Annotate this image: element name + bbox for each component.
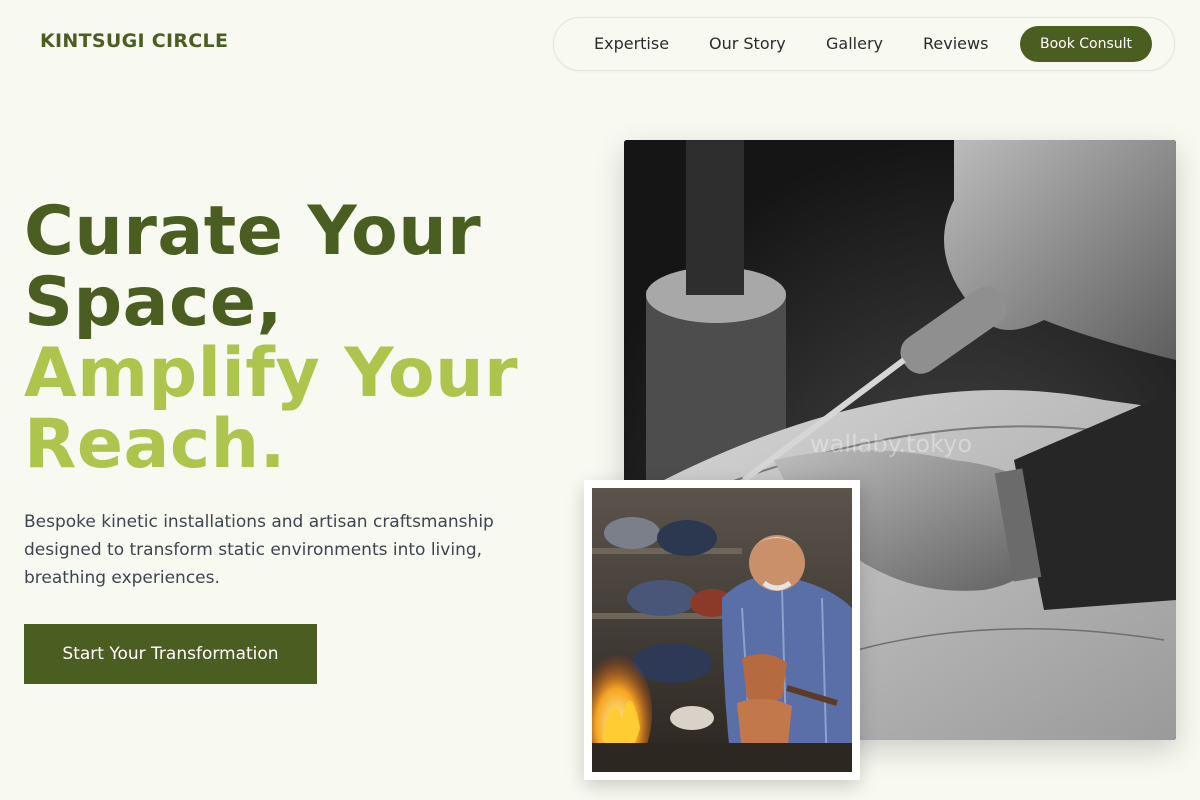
craftsman-photo-card [584, 480, 860, 780]
craftsman-photo [592, 488, 852, 772]
nav-link-our-story[interactable]: Our Story [709, 18, 786, 70]
headline-line-4: Reach. [24, 405, 286, 484]
nav-link-expertise[interactable]: Expertise [594, 18, 669, 70]
nav-link-gallery[interactable]: Gallery [826, 18, 883, 70]
watermark-text: wallaby.tokyo [810, 430, 973, 458]
headline-line-1: Curate Your [24, 192, 482, 271]
hero-headline: Curate Your Space, Amplify Your Reach. [24, 196, 518, 480]
brand-logo[interactable]: KINTSUGI CIRCLE [40, 30, 228, 52]
headline-line-3: Amplify Your [24, 334, 519, 413]
craftsman-illustration [592, 488, 852, 772]
main-nav: Expertise Our Story Gallery Reviews Book… [553, 17, 1175, 71]
book-consult-button[interactable]: Book Consult [1020, 26, 1152, 62]
start-transformation-button[interactable]: Start Your Transformation [24, 624, 317, 684]
hero-subtext: Bespoke kinetic installations and artisa… [24, 512, 494, 588]
headline-line-2: Space, [24, 263, 283, 342]
nav-link-reviews[interactable]: Reviews [923, 18, 988, 70]
